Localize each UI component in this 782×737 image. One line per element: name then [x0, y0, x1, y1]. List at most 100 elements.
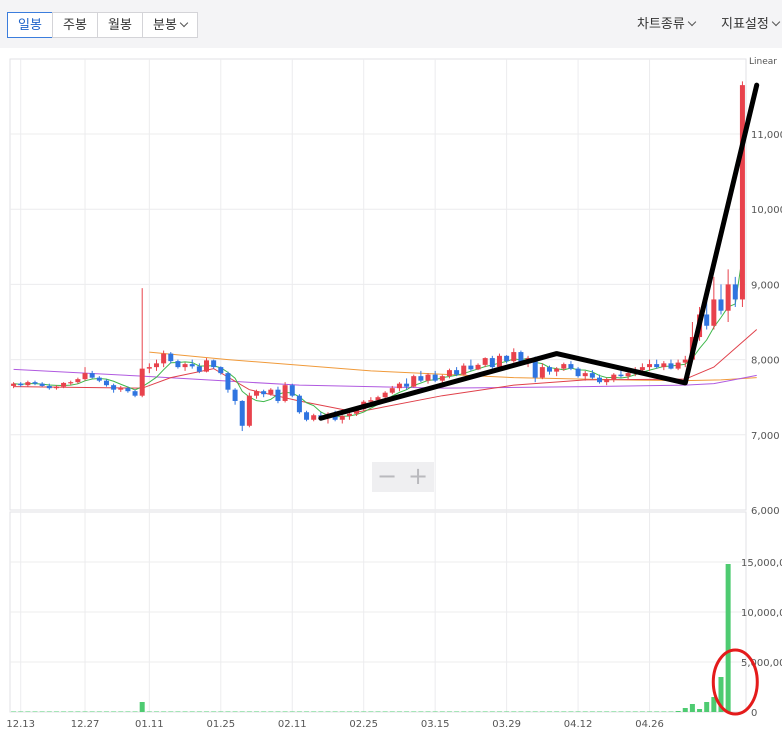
- volume-bar: [53, 711, 59, 712]
- candle: [11, 382, 17, 389]
- candle: [139, 288, 145, 398]
- candle: [575, 367, 581, 378]
- volume-bar: [446, 711, 452, 712]
- zoom-in-button[interactable]: +: [403, 462, 433, 492]
- candle: [725, 269, 731, 322]
- price-tick-label: 11,000: [751, 130, 782, 141]
- candle-body: [711, 299, 717, 326]
- volume-bar: [275, 711, 281, 712]
- chevron-down-icon: [179, 18, 189, 28]
- volume-bar: [532, 711, 538, 712]
- tab-monthly[interactable]: 월봉: [97, 12, 143, 38]
- candle: [396, 382, 402, 392]
- candle-body: [739, 85, 745, 300]
- candle-body: [725, 284, 731, 311]
- candle: [168, 352, 174, 364]
- date-tick-label: 03.29: [492, 719, 521, 730]
- stock-chart[interactable]: 11,000 10,000 9,000 8,000 7,000 6,000 Linear 15…: [0, 48, 782, 737]
- volume-bar: [582, 711, 588, 712]
- chart-type-label: 차트종류: [637, 17, 685, 32]
- candle-body: [53, 386, 59, 389]
- date-tick-label: 02.11: [278, 719, 307, 730]
- candle: [246, 392, 252, 428]
- volume-bar: [411, 711, 417, 712]
- volume-bar: [539, 711, 545, 712]
- volume-bar: [153, 711, 159, 712]
- volume-bar: [546, 711, 552, 712]
- candle-body: [489, 358, 495, 368]
- candle-body: [304, 412, 310, 420]
- candle: [668, 359, 674, 370]
- candle: [175, 359, 181, 369]
- candle: [153, 359, 159, 371]
- tab-weekly[interactable]: 주봉: [52, 12, 98, 38]
- volume-bar: [125, 711, 131, 712]
- volume-bar: [354, 711, 360, 712]
- volume-bar: [225, 711, 231, 712]
- candle: [18, 382, 24, 387]
- volume-bar: [318, 711, 324, 712]
- volume-tick-label: 10,000,0: [741, 608, 782, 619]
- candle: [511, 348, 517, 363]
- candle: [232, 388, 238, 405]
- candle: [225, 371, 231, 393]
- chart-type-menu[interactable]: 차트종류: [637, 12, 697, 38]
- volume-bar: [218, 711, 224, 712]
- volume-bar: [375, 711, 381, 712]
- candle: [132, 389, 138, 398]
- candle-body: [139, 368, 145, 396]
- candle-body: [118, 388, 124, 390]
- date-tick-label: 01.25: [206, 719, 235, 730]
- candle-body: [425, 374, 431, 381]
- candle-body: [718, 299, 724, 311]
- candle: [103, 379, 109, 387]
- candle-body: [182, 364, 188, 368]
- volume-bar: [404, 711, 410, 712]
- volume-bar: [511, 711, 517, 712]
- volume-bar: [32, 711, 38, 712]
- volume-bar: [261, 711, 267, 712]
- candle-body: [396, 383, 402, 389]
- candle-body: [389, 388, 395, 393]
- tab-minute[interactable]: 분봉: [142, 12, 198, 38]
- date-tick-label: 02.25: [349, 719, 378, 730]
- zoom-controls: − +: [372, 462, 434, 492]
- candle-body: [454, 370, 460, 375]
- volume-bar: [46, 711, 52, 712]
- tab-daily[interactable]: 일봉: [7, 12, 53, 38]
- candle: [618, 370, 624, 378]
- volume-bar: [346, 711, 352, 712]
- candle-body: [446, 370, 452, 377]
- volume-bar: [146, 711, 152, 712]
- volume-bar: [61, 711, 67, 712]
- volume-bar: [204, 711, 210, 712]
- volume-bar: [211, 711, 217, 712]
- volume-bar: [296, 711, 302, 712]
- volume-bar: [632, 711, 638, 712]
- chevron-down-icon: [771, 17, 781, 27]
- scale-type-label: Linear: [749, 57, 777, 67]
- candle: [339, 415, 345, 424]
- volume-bar: [175, 711, 181, 712]
- volume-bar: [561, 711, 567, 712]
- candle: [475, 363, 481, 371]
- indicator-settings-menu[interactable]: 지표설정: [721, 12, 781, 38]
- candle-body: [475, 364, 481, 370]
- zoom-out-button[interactable]: −: [372, 462, 402, 492]
- candle: [96, 376, 102, 383]
- volume-bar: [39, 711, 45, 712]
- volume-bar: [482, 711, 488, 712]
- volume-bar: [625, 711, 631, 712]
- price-tick-label: 9,000: [751, 280, 780, 291]
- volume-tick-label: 5,000,00: [741, 658, 782, 669]
- date-tick-label: 01.11: [135, 719, 164, 730]
- volume-bar: [132, 711, 138, 712]
- candle-body: [647, 364, 653, 368]
- price-tick-label: 10,000: [751, 205, 782, 216]
- volume-bar: [75, 711, 81, 712]
- volume-bar: [389, 711, 395, 712]
- candle-body: [511, 352, 517, 362]
- volume-bar: [246, 711, 252, 712]
- candle-body: [96, 377, 102, 381]
- date-tick-label: 12.27: [71, 719, 100, 730]
